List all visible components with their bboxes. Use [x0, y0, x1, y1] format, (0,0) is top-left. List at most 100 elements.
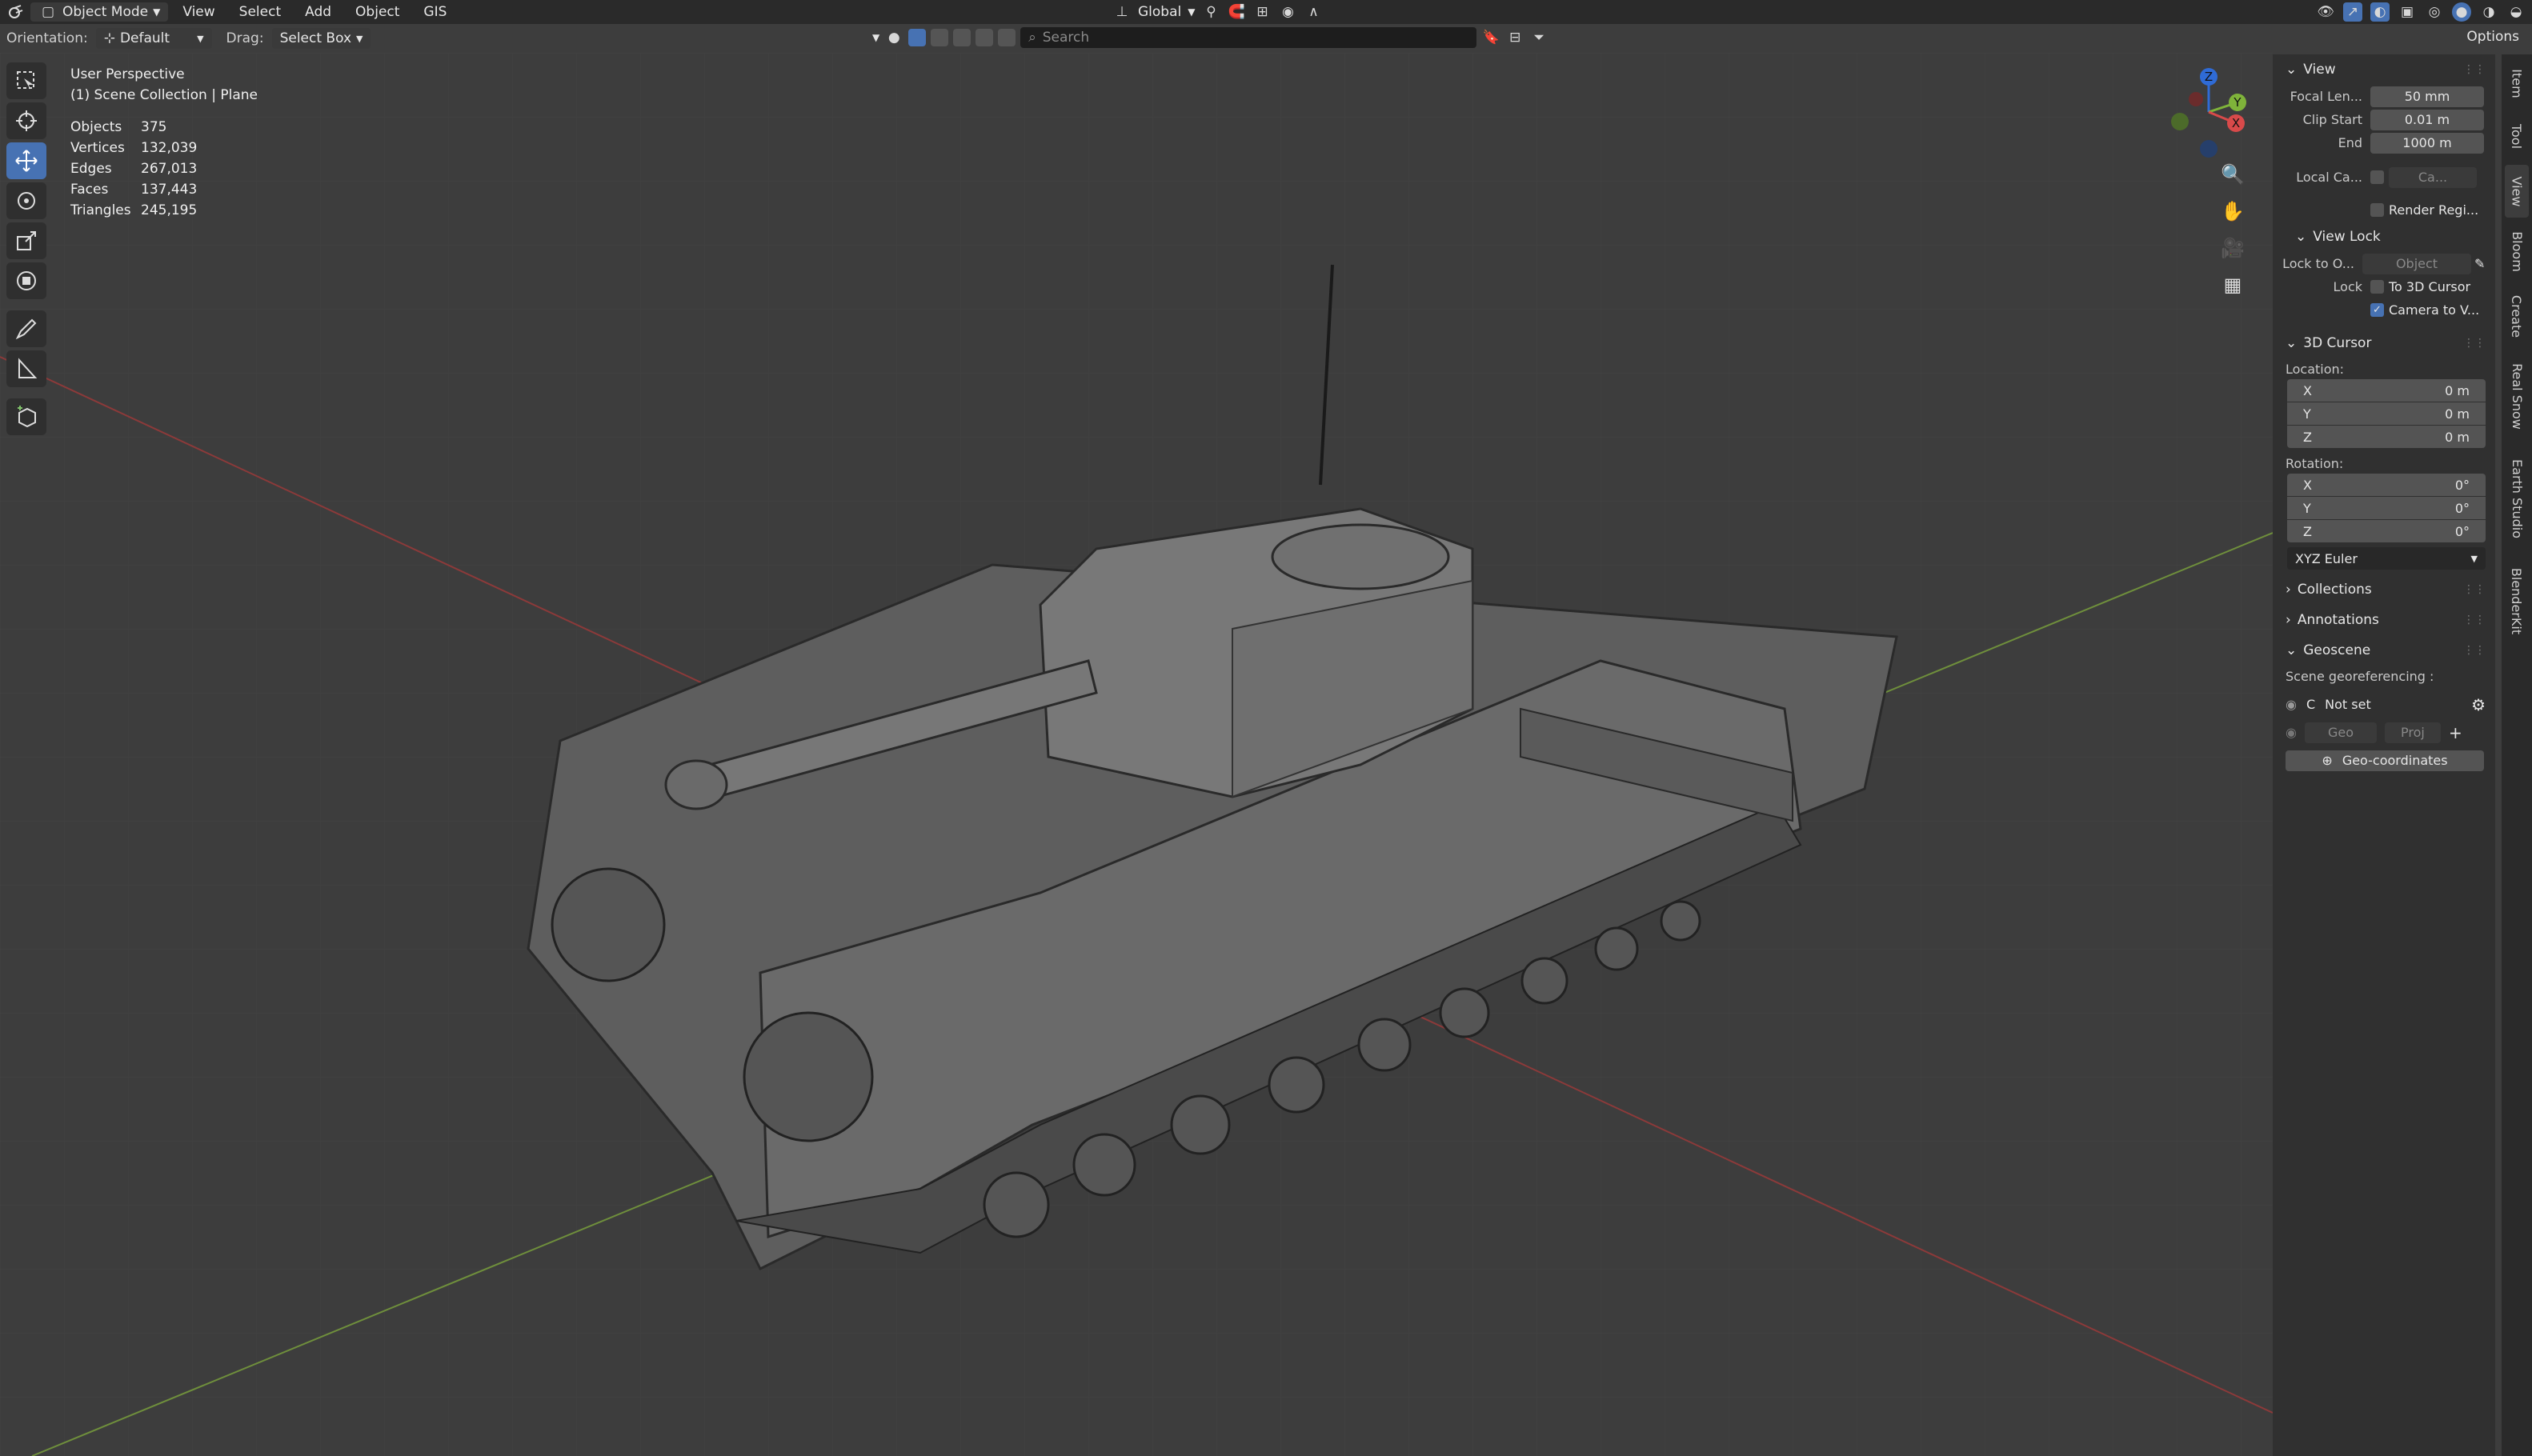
move-tool[interactable]: [6, 142, 46, 179]
drag-handle-icon[interactable]: ⋮⋮: [2463, 583, 2486, 596]
cursor-rotation-x[interactable]: X 0°: [2287, 474, 2486, 496]
geo-button[interactable]: Geo: [2304, 722, 2377, 743]
chevron-down-icon[interactable]: ▼: [872, 32, 879, 43]
transform-tool[interactable]: [6, 262, 46, 299]
mode-dropdown[interactable]: ▢ Object Mode ▼: [30, 2, 169, 22]
filter-texture-icon[interactable]: [953, 29, 972, 46]
tab-item[interactable]: Item: [2505, 59, 2529, 107]
tab-real-snow[interactable]: Real Snow: [2505, 352, 2529, 440]
filter-lights-icon[interactable]: [976, 29, 994, 46]
perspective-toggle-icon[interactable]: ▦: [2217, 270, 2249, 299]
local-camera-checkbox[interactable]: [2370, 170, 2384, 184]
clip-start-label: Clip Start: [2302, 112, 2362, 127]
transform-orientation-value[interactable]: Global: [1138, 5, 1181, 19]
tab-earth-studio[interactable]: Earth Studio: [2505, 446, 2529, 550]
to-cursor-checkbox[interactable]: [2370, 280, 2384, 294]
orientation-dropdown[interactable]: ⊹ Default ▼: [95, 28, 212, 49]
menu-select[interactable]: Select: [230, 4, 290, 20]
stat-value: 267,013: [141, 161, 198, 177]
section-view-lock-header[interactable]: ⌄ View Lock: [2273, 222, 2495, 252]
section-view-header[interactable]: ⌄ View ⋮⋮: [2273, 54, 2495, 85]
section-collections-header[interactable]: › Collections ⋮⋮: [2273, 574, 2495, 605]
section-annotations-header[interactable]: › Annotations ⋮⋮: [2273, 605, 2495, 635]
rotate-tool[interactable]: [6, 182, 46, 219]
section-geoscene-header[interactable]: ⌄ Geoscene ⋮⋮: [2273, 635, 2495, 666]
gizmo-icon[interactable]: ↗: [2343, 2, 2362, 22]
options-button[interactable]: Options: [2466, 29, 2519, 45]
cursor-tool[interactable]: [6, 102, 46, 139]
add-cube-tool[interactable]: [6, 398, 46, 435]
clip-start-row: Clip Start 0.01 m: [2273, 108, 2495, 131]
clip-end-field[interactable]: 1000 m: [2370, 132, 2484, 154]
cursor-location-x[interactable]: X 0 m: [2287, 379, 2486, 402]
tab-bloom[interactable]: Bloom: [2505, 222, 2529, 280]
camera-to-view-checkbox[interactable]: ✓: [2370, 303, 2384, 317]
tab-create[interactable]: Create: [2505, 285, 2529, 347]
filter-shading-icon[interactable]: [931, 29, 949, 46]
local-camera-field[interactable]: Ca...: [2389, 166, 2477, 188]
annotate-tool[interactable]: [6, 310, 46, 347]
snap-icon[interactable]: 🧲: [1227, 2, 1246, 22]
camera-view-icon[interactable]: 🎥: [2217, 234, 2249, 262]
clip-start-field[interactable]: 0.01 m: [2370, 109, 2484, 130]
lock-object-field[interactable]: Object: [2362, 253, 2471, 274]
snap-increment-icon[interactable]: ⊞: [1252, 2, 1272, 22]
eyedropper-icon[interactable]: ✎: [2474, 256, 2485, 271]
menu-view[interactable]: View: [173, 4, 224, 20]
tab-view[interactable]: View: [2505, 165, 2529, 218]
radio-icon[interactable]: ◉: [2286, 697, 2297, 712]
overlay-icon[interactable]: ◐: [2370, 2, 2390, 22]
lock-label: Lock: [2333, 279, 2362, 294]
editor-type-icon[interactable]: [6, 2, 26, 22]
solid-shading-icon[interactable]: ●: [2452, 2, 2471, 22]
tab-blenderkit[interactable]: BlenderKit: [2505, 557, 2529, 645]
pan-hand-icon[interactable]: ✋: [2217, 197, 2249, 226]
stat-value: 245,195: [141, 202, 198, 218]
viewport-canvas[interactable]: [0, 53, 2273, 1456]
menu-gis[interactable]: GIS: [414, 4, 456, 20]
cursor-location-z[interactable]: Z 0 m: [2287, 426, 2486, 448]
filter-object-icon[interactable]: [908, 29, 927, 46]
filter-camera-icon[interactable]: [998, 29, 1016, 46]
zoom-icon[interactable]: 🔍: [2217, 160, 2249, 189]
navigation-gizmo[interactable]: Z Y X: [2153, 64, 2257, 168]
focal-length-field[interactable]: 50 mm: [2370, 86, 2484, 107]
render-region-checkbox[interactable]: [2370, 203, 2384, 217]
scale-tool[interactable]: [6, 222, 46, 259]
proj-button[interactable]: Proj: [2384, 722, 2441, 743]
cursor-rotation-y[interactable]: Y 0°: [2287, 497, 2486, 519]
drag-handle-icon[interactable]: ⋮⋮: [2463, 63, 2486, 76]
rendered-shading-icon[interactable]: ◒: [2506, 2, 2526, 22]
header-right-controls: 👁 ↗ ◐ ▣ ◎ ● ◑ ◒: [2316, 2, 2526, 22]
measure-tool[interactable]: [6, 350, 46, 387]
bookmark-icon[interactable]: 🔖: [1481, 28, 1500, 47]
falloff-icon[interactable]: ∧: [1304, 2, 1323, 22]
xray-icon[interactable]: ▣: [2398, 2, 2417, 22]
tab-tool[interactable]: Tool: [2505, 112, 2529, 160]
cursor-rotation-z[interactable]: Z 0°: [2287, 520, 2486, 542]
drag-handle-icon[interactable]: ⋮⋮: [2463, 644, 2486, 657]
geo-coordinates-button[interactable]: ⊕ Geo-coordinates: [2286, 750, 2484, 771]
rotation-mode-dropdown[interactable]: XYZ Euler ▼: [2287, 547, 2486, 570]
drag-dropdown[interactable]: Select Box ▼: [271, 28, 371, 49]
material-shading-icon[interactable]: ◑: [2479, 2, 2498, 22]
visibility-icon[interactable]: 👁: [2316, 2, 2335, 22]
wireframe-shading-icon[interactable]: ◎: [2425, 2, 2444, 22]
add-icon[interactable]: +: [2449, 723, 2462, 742]
drag-handle-icon[interactable]: ⋮⋮: [2463, 614, 2486, 626]
menu-object[interactable]: Object: [346, 4, 409, 20]
select-box-tool[interactable]: [6, 62, 46, 99]
proportional-edit-icon[interactable]: ◉: [1278, 2, 1297, 22]
pivot-icon[interactable]: ⚲: [1201, 2, 1220, 22]
color-filter-icon[interactable]: ●: [884, 28, 903, 47]
radio-icon[interactable]: ◉: [2286, 725, 2297, 740]
drag-handle-icon[interactable]: ⋮⋮: [2463, 337, 2486, 350]
layout-icon[interactable]: ⊟: [1505, 28, 1524, 47]
section-3d-cursor-header[interactable]: ⌄ 3D Cursor ⋮⋮: [2273, 328, 2495, 358]
cursor-location-y[interactable]: Y 0 m: [2287, 402, 2486, 425]
gear-icon[interactable]: ⚙: [2471, 695, 2486, 714]
filter-icon[interactable]: ⏷: [1529, 28, 1548, 47]
tab-label: Tool: [2509, 123, 2525, 149]
search-input[interactable]: ⌕ Search: [1020, 27, 1477, 48]
menu-add[interactable]: Add: [295, 4, 341, 20]
